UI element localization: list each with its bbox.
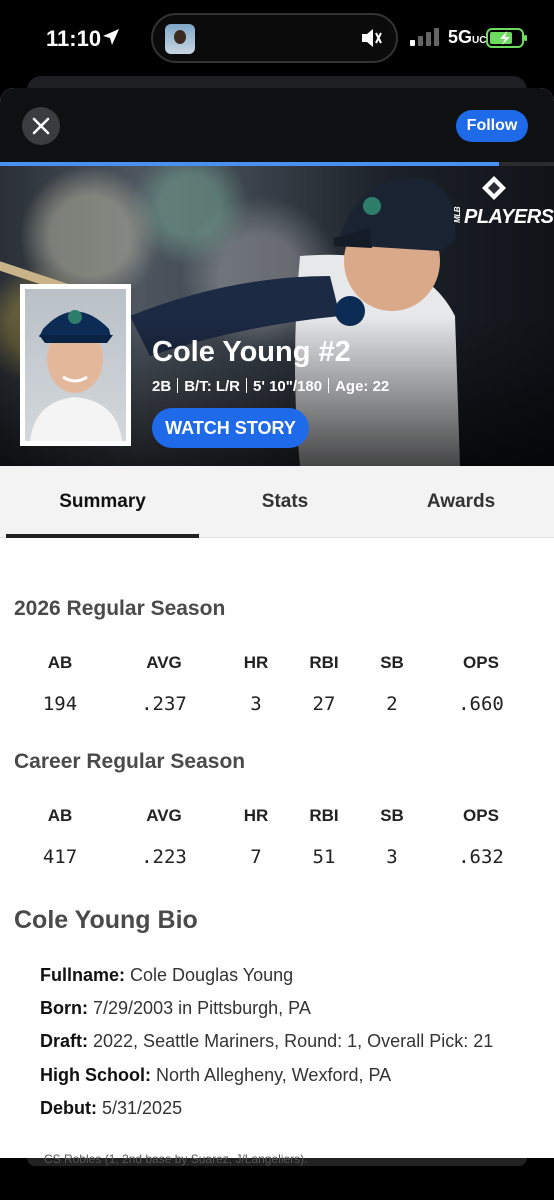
bio-fullname: Fullname: Cole Douglas Young <box>40 965 294 985</box>
underlying-content-peek: CS Robles (1, 2nd base by Suarez, J/Lang… <box>0 1152 554 1200</box>
stat-header: AB <box>47 653 73 672</box>
stat-column-ab: AB 194 <box>20 653 100 715</box>
stat-value: .660 <box>458 693 504 715</box>
tab-stats[interactable]: Stats <box>190 466 380 538</box>
status-time: 11:10 <box>46 26 102 51</box>
stat-column-sb: SB 3 <box>352 806 432 868</box>
stat-column-ab: AB 417 <box>20 806 100 868</box>
stat-value: 194 <box>42 693 78 715</box>
stat-value: 2 <box>386 693 398 715</box>
tab-active-indicator <box>6 534 199 538</box>
stat-column-ops: OPS .632 <box>441 806 521 868</box>
sheet-header: Follow <box>0 88 554 162</box>
watch-story-button[interactable]: WATCH STORY <box>152 408 309 448</box>
stat-header: OPS <box>463 653 499 672</box>
stat-header: AVG <box>146 806 182 825</box>
network-type: 5GUC <box>448 27 487 47</box>
mlb-players-wordmark: MLB PLAYERS <box>453 206 554 228</box>
bio-title: Cole Young Bio <box>14 906 198 934</box>
stat-column-avg: AVG .237 <box>124 653 204 715</box>
stat-value: .223 <box>141 846 187 868</box>
tab-bar: Summary Stats Awards <box>0 466 554 538</box>
player-meta: 2B B/T: L/R 5' 10"/180 Age: 22 <box>152 378 390 395</box>
battery-charging-icon <box>486 28 527 48</box>
stat-header: AB <box>47 806 73 825</box>
bio-draft: Draft: 2022, Seattle Mariners, Round: 1,… <box>40 1031 494 1051</box>
season-stats-title: 2026 Regular Season <box>14 597 226 620</box>
cellular-signal-icon <box>410 28 439 46</box>
bio-born: Born: 7/29/2003 in Pittsburgh, PA <box>40 998 311 1018</box>
stat-column-sb: SB 2 <box>352 653 432 715</box>
island-avatar-icon <box>165 24 195 54</box>
stat-header: AVG <box>146 653 182 672</box>
location-arrow-icon <box>103 29 119 45</box>
player-card-sheet: Follow MLB PLAYERS Cole Young #2 2B B/T:… <box>0 88 554 1158</box>
stat-column-ops: OPS .660 <box>441 653 521 715</box>
player-headshot <box>20 284 131 446</box>
bio-debut: Debut: 5/31/2025 <box>40 1098 183 1118</box>
tab-summary[interactable]: Summary <box>6 466 199 538</box>
stat-header: SB <box>380 806 404 825</box>
stat-value: .632 <box>458 846 504 868</box>
stat-value: 417 <box>42 846 78 868</box>
bell-muted-icon <box>362 29 382 47</box>
stat-header: OPS <box>463 806 499 825</box>
stat-header: SB <box>380 653 404 672</box>
career-stats-title: Career Regular Season <box>14 750 246 773</box>
peek-text: CS Robles (1, 2nd base by Suarez, J/Lang… <box>44 1152 308 1166</box>
stat-value: 3 <box>386 846 398 868</box>
tab-awards[interactable]: Awards <box>376 466 546 538</box>
close-icon <box>32 117 50 135</box>
headshot-image <box>30 310 122 441</box>
player-name: Cole Young #2 <box>152 336 351 368</box>
bio-high-school: High School: North Allegheny, Wexford, P… <box>40 1065 392 1085</box>
status-bar: 11:10 5GUC <box>0 0 554 78</box>
stat-column-avg: AVG .223 <box>124 806 204 868</box>
stat-value: .237 <box>141 693 187 715</box>
player-hero: MLB PLAYERS Cole Young #2 2B B/T: L/R 5' 10… <box>0 166 554 466</box>
close-button[interactable] <box>22 107 60 145</box>
follow-button[interactable]: Follow <box>456 110 528 142</box>
